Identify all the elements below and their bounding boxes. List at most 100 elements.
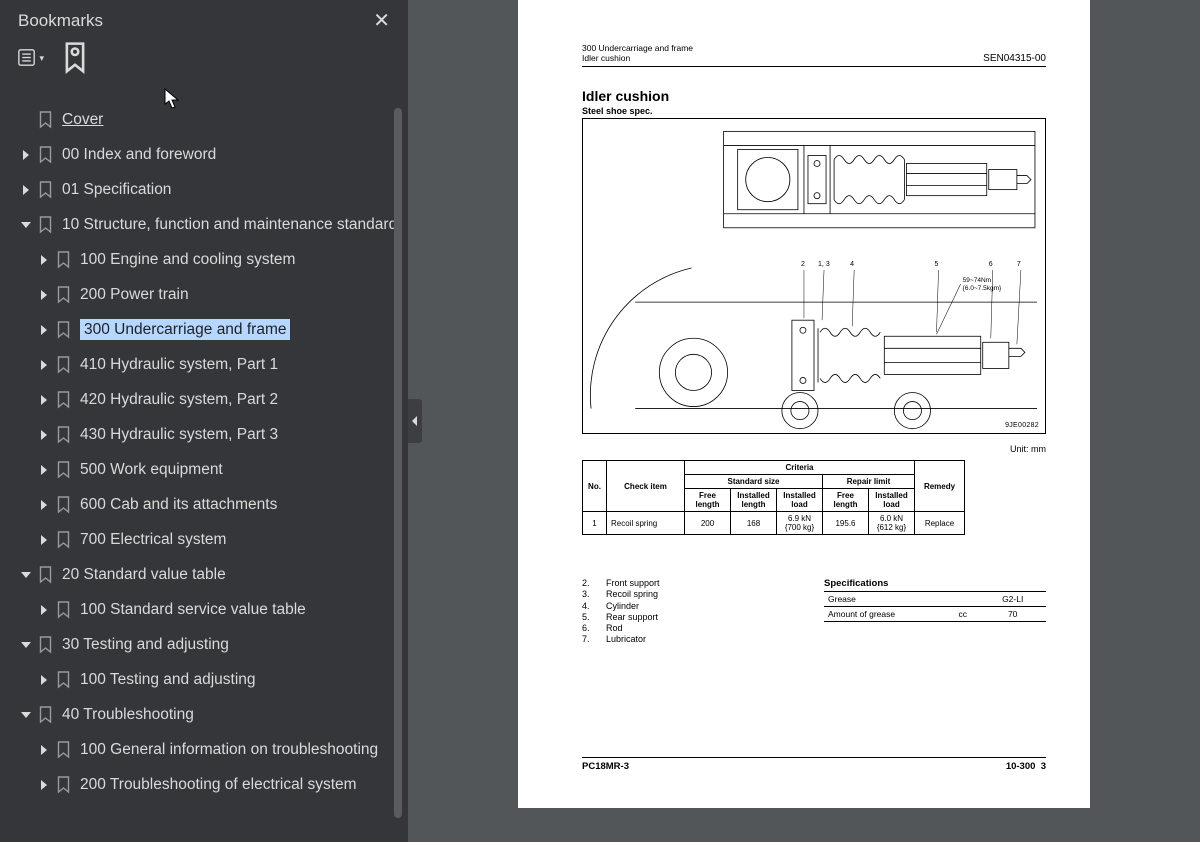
bookmark-label: 200 Troubleshooting of electrical system [80, 775, 357, 794]
bookmark-icon [52, 601, 74, 619]
parts-list: 2.Front support3.Recoil spring4.Cylinder… [582, 578, 660, 646]
bookmark-node[interactable]: 100 Standard service value table [0, 592, 408, 627]
bookmarks-panel: Bookmarks ✕ ▾ Cover 00 Index and foreword… [0, 0, 408, 842]
bookmark-node[interactable]: 300 Undercarriage and frame [0, 312, 408, 347]
bookmark-label: 300 Undercarriage and frame [80, 319, 290, 340]
footer-page: 10-300 3 [1006, 761, 1046, 772]
bookmark-label: 20 Standard value table [62, 565, 226, 584]
expand-arrow-icon[interactable] [36, 325, 52, 335]
bookmark-node[interactable]: 40 Troubleshooting [0, 697, 408, 732]
bookmark-node[interactable]: 200 Power train [0, 277, 408, 312]
expand-arrow-icon[interactable] [36, 395, 52, 405]
document-area: 300 Undercarriage and frame Idler cushio… [408, 0, 1200, 842]
bookmark-label: 700 Electrical system [80, 530, 226, 549]
bookmarks-title: Bookmarks [18, 11, 103, 31]
bookmarks-toolbar: ▾ [0, 37, 408, 77]
technical-drawing: 21, 3 45 67 59~74Nm {6.0~7.5kgm} 9JE0028… [582, 118, 1046, 434]
expand-arrow-icon[interactable] [18, 640, 34, 650]
bookmark-node[interactable]: 100 Engine and cooling system [0, 242, 408, 277]
bookmark-icon [34, 146, 56, 164]
expand-arrow-icon[interactable] [36, 605, 52, 615]
expand-arrow-icon[interactable] [36, 535, 52, 545]
bookmark-node[interactable]: 410 Hydraulic system, Part 1 [0, 347, 408, 382]
bookmark-icon [34, 706, 56, 724]
outline-options-icon[interactable]: ▾ [18, 47, 44, 69]
bookmark-node[interactable]: 430 Hydraulic system, Part 3 [0, 417, 408, 452]
scrollbar-thumb[interactable] [394, 108, 402, 818]
expand-arrow-icon[interactable] [18, 220, 34, 230]
bookmark-node[interactable]: 600 Cab and its attachments [0, 487, 408, 522]
expand-arrow-icon[interactable] [36, 500, 52, 510]
bookmark-icon [52, 671, 74, 689]
bookmark-label: 200 Power train [80, 285, 189, 304]
expand-arrow-icon[interactable] [18, 710, 34, 720]
bookmark-label: 100 Testing and adjusting [80, 670, 256, 689]
expand-arrow-icon[interactable] [36, 465, 52, 475]
parts-list-item: 5.Rear support [582, 612, 660, 623]
svg-text:1, 3: 1, 3 [818, 261, 830, 268]
bookmark-node[interactable]: 100 Testing and adjusting [0, 662, 408, 697]
bookmark-node[interactable]: Cover [0, 102, 408, 137]
bookmark-label: 00 Index and foreword [62, 145, 216, 164]
bookmark-ribbon-icon[interactable] [62, 47, 88, 69]
page-title: Idler cushion [582, 88, 669, 104]
bookmark-icon [52, 461, 74, 479]
bookmark-icon [34, 566, 56, 584]
svg-text:6: 6 [989, 261, 993, 268]
bookmark-icon [34, 111, 56, 129]
bookmark-node[interactable]: 10 Structure, function and maintenance s… [0, 207, 408, 242]
bookmark-node[interactable]: 700 Electrical system [0, 522, 408, 557]
bookmark-node[interactable]: 500 Work equipment [0, 452, 408, 487]
expand-arrow-icon[interactable] [36, 780, 52, 790]
spec-row: Amount of greasecc70 [824, 607, 1046, 622]
expand-arrow-icon[interactable] [36, 360, 52, 370]
parts-list-item: 4.Cylinder [582, 601, 660, 612]
bookmark-icon [52, 321, 74, 339]
bookmark-label: 100 Standard service value table [80, 600, 306, 619]
expand-arrow-icon[interactable] [18, 150, 34, 160]
page-subtitle: Steel shoe spec. [582, 106, 653, 116]
spec-table: GreaseG2-LIAmount of greasecc70 [824, 591, 1046, 622]
expand-arrow-icon[interactable] [36, 675, 52, 685]
bookmark-label: 01 Specification [62, 180, 171, 199]
parts-list-item: 6.Rod [582, 623, 660, 634]
bookmark-icon [52, 741, 74, 759]
expand-arrow-icon[interactable] [18, 185, 34, 195]
svg-text:{6.0~7.5kgm}: {6.0~7.5kgm} [963, 285, 1002, 292]
parts-list-item: 7.Lubricator [582, 634, 660, 645]
collapse-sidebar-button[interactable] [408, 399, 422, 443]
specifications-box: Specifications GreaseG2-LIAmount of grea… [824, 578, 1046, 646]
bookmark-label: 430 Hydraulic system, Part 3 [80, 425, 278, 444]
svg-text:2: 2 [801, 261, 805, 268]
bookmarks-tree[interactable]: Cover 00 Index and foreword 01 Specificati… [0, 102, 408, 842]
expand-arrow-icon[interactable] [36, 290, 52, 300]
spec-row: GreaseG2-LI [824, 592, 1046, 607]
bookmark-node[interactable]: 20 Standard value table [0, 557, 408, 592]
bookmark-label: 30 Testing and adjusting [62, 635, 229, 654]
criteria-table: No. Check item Criteria Remedy Standard … [582, 460, 965, 535]
bookmark-node[interactable]: 420 Hydraulic system, Part 2 [0, 382, 408, 417]
bookmark-icon [52, 531, 74, 549]
bookmark-icon [34, 216, 56, 234]
header-subsection: Idler cushion [582, 54, 693, 64]
bookmark-icon [52, 776, 74, 794]
svg-text:7: 7 [1017, 261, 1021, 268]
page-header: 300 Undercarriage and frame Idler cushio… [582, 44, 1046, 67]
bookmark-label: 500 Work equipment [80, 460, 223, 479]
lower-content: 2.Front support3.Recoil spring4.Cylinder… [582, 578, 1046, 646]
expand-arrow-icon[interactable] [36, 745, 52, 755]
bookmark-label: 420 Hydraulic system, Part 2 [80, 390, 278, 409]
bookmark-node[interactable]: 200 Troubleshooting of electrical system [0, 767, 408, 802]
footer-model: PC18MR-3 [582, 761, 629, 772]
header-doc-code: SEN04315-00 [983, 53, 1046, 64]
bookmark-node[interactable]: 30 Testing and adjusting [0, 627, 408, 662]
bookmark-node[interactable]: 01 Specification [0, 172, 408, 207]
expand-arrow-icon[interactable] [36, 255, 52, 265]
page-footer: PC18MR-3 10-300 3 [582, 757, 1046, 772]
expand-arrow-icon[interactable] [36, 430, 52, 440]
expand-arrow-icon[interactable] [18, 570, 34, 580]
bookmark-node[interactable]: 100 General information on troubleshooti… [0, 732, 408, 767]
close-icon[interactable]: ✕ [373, 8, 390, 33]
bookmark-icon [34, 636, 56, 654]
bookmark-node[interactable]: 00 Index and foreword [0, 137, 408, 172]
